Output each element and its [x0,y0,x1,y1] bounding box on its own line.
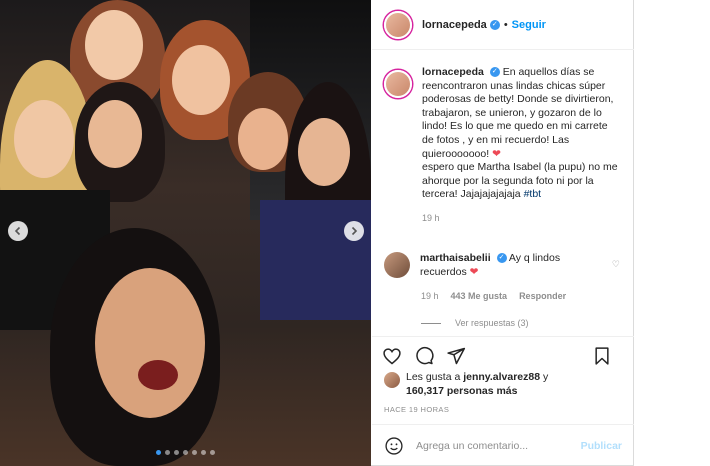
carousel-prev-button[interactable] [8,221,28,241]
carousel-next-button[interactable] [344,221,364,241]
header-separator: • [503,18,508,31]
share-button[interactable] [446,346,466,366]
comment-likes-count[interactable]: 443 Me gusta [451,291,508,301]
hashtag-link[interactable]: #tbt [524,188,542,200]
like-button[interactable] [382,346,402,366]
caption-body: En aquellos días se reencontraron unas l… [422,66,614,160]
likes-count[interactable]: 160,317 personas más [406,385,518,397]
caption-username[interactable]: lornacepeda [422,66,484,78]
caption-body-2: espero que Martha Isabel (la pupu) no me… [422,161,618,201]
liker-username[interactable]: jenny.alvarez88 [463,371,540,383]
liker-avatar[interactable] [384,372,400,388]
person-face [95,268,205,418]
carousel-dot [156,450,161,455]
publish-button[interactable]: Publicar [581,440,622,452]
carousel-dot [192,450,197,455]
author-username[interactable]: lornacepeda [422,19,487,31]
post-caption: lornacepeda ✓ En aquellos días se reenco… [384,66,622,226]
post-side-panel: lornacepeda ✓ • Seguir lornacepeda ✓ En … [372,0,634,466]
verified-badge-icon: ✓ [496,253,507,264]
person-face [172,45,230,115]
chevron-left-icon [14,226,21,236]
person-top [260,200,371,320]
carousel-indicator [0,450,371,455]
commenter-avatar[interactable] [384,252,410,278]
red-heart-emoji-icon: ❤ [469,265,479,278]
person-face [85,10,143,80]
speech-bubble-icon [416,346,434,364]
verified-badge-icon: ✓ [489,67,500,78]
red-heart-emoji-icon: ❤ [492,147,501,160]
caption-timestamp[interactable]: 19 h [422,212,622,226]
save-button[interactable] [592,346,612,366]
likes-joiner: y [543,371,549,383]
carousel-dot [183,450,188,455]
view-replies-label[interactable]: Ver respuestas (3) [455,318,529,328]
comment-input[interactable]: Agrega un comentario... [416,440,581,452]
carousel-dot [165,450,170,455]
replies-line [421,322,441,324]
carousel-dot [174,450,179,455]
add-comment-bar: Agrega un comentario... Publicar [372,424,634,466]
person-face [14,100,74,178]
carousel-dot [201,450,206,455]
post-actions-bar [372,336,634,374]
author-avatar[interactable] [384,10,412,39]
chevron-right-icon [351,226,358,236]
verified-badge-icon: ✓ [489,19,500,30]
reply-button[interactable]: Responder [519,291,566,301]
person-face [238,108,288,170]
likes-text: Les gusta a jenny.alvarez88 y 160,317 pe… [406,371,548,398]
post-photo[interactable] [0,0,371,466]
comment-like-heart-icon[interactable]: ♡ [612,259,620,270]
instagram-post: lornacepeda ✓ • Seguir lornacepeda ✓ En … [0,0,634,466]
likes-prefix: Les gusta a [406,371,461,383]
paper-plane-icon [447,347,466,364]
comment-timestamp[interactable]: 19 h [421,291,439,301]
view-replies[interactable]: Ver respuestas (3) [421,318,529,328]
carousel-dot [210,450,215,455]
bookmark-icon [595,346,609,365]
post-age[interactable]: HACE 19 HORAS [384,405,449,414]
comment-button[interactable] [414,346,434,366]
caption-avatar[interactable] [384,70,412,98]
likes-summary: Les gusta a jenny.alvarez88 y 160,317 pe… [384,371,548,398]
follow-button[interactable]: Seguir [512,19,546,31]
heart-icon [383,347,401,364]
commenter-username[interactable]: marthaisabelii [420,252,491,264]
post-header: lornacepeda ✓ • Seguir [372,0,634,50]
comment-meta: 19 h 443 Me gusta Responder [421,291,566,301]
person-mouth [138,360,178,390]
person-face [298,118,350,186]
caption-text: lornacepeda ✓ En aquellos días se reenco… [422,66,622,226]
comment-item: marthaisabelii ✓ Ay q lindos recuerdos ❤ [384,252,622,279]
comment-text: marthaisabelii ✓ Ay q lindos recuerdos ❤ [420,252,600,279]
person-face [88,100,142,168]
smiley-icon[interactable] [384,436,404,456]
